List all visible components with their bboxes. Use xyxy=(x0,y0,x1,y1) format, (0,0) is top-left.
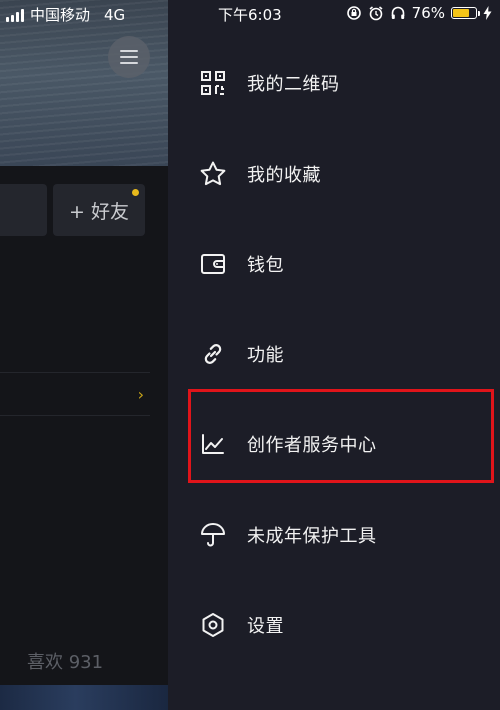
add-friend-label: + 好友 xyxy=(69,200,129,223)
settings-icon xyxy=(198,610,228,640)
qr-code-icon xyxy=(198,68,228,98)
menu-item-minor-protection[interactable]: 未成年保护工具 xyxy=(168,505,500,565)
menu-item-label: 设置 xyxy=(247,616,284,637)
menu-item-label: 创作者服务中心 xyxy=(247,435,377,456)
menu-item-features[interactable]: 功能 xyxy=(168,324,500,384)
chart-icon xyxy=(198,429,228,459)
status-time: 下午6:03 xyxy=(218,6,282,24)
wallet-icon xyxy=(198,249,228,279)
umbrella-icon xyxy=(198,520,228,550)
status-bar: 中国移动 4G 下午6:03 76% xyxy=(0,0,500,28)
carrier-name: 中国移动 xyxy=(30,6,91,24)
profile-info-row[interactable]: › xyxy=(0,372,150,416)
headphones-icon xyxy=(391,6,404,19)
menu-item-label: 功能 xyxy=(247,345,284,366)
menu-item-qr-code[interactable]: 我的二维码 xyxy=(168,53,500,113)
menu-item-label: 我的二维码 xyxy=(247,74,340,95)
video-thumbnail[interactable] xyxy=(0,685,168,710)
alarm-icon xyxy=(369,6,383,21)
signal-strength-icon xyxy=(6,8,24,22)
menu-item-creator-center[interactable]: 创作者服务中心 xyxy=(168,414,500,474)
link-icon xyxy=(198,339,228,369)
screen-lock-icon xyxy=(346,6,361,20)
battery-percent: 76% xyxy=(411,4,445,22)
add-friend-button[interactable]: + 好友 xyxy=(53,184,145,236)
menu-item-favorites[interactable]: 我的收藏 xyxy=(168,144,500,204)
charging-icon xyxy=(483,6,492,20)
notification-dot xyxy=(132,189,139,196)
likes-count: 喜欢 931 xyxy=(27,652,104,673)
battery-level-fill xyxy=(453,9,470,17)
star-icon xyxy=(198,159,228,189)
menu-button[interactable] xyxy=(108,36,150,78)
hamburger-icon xyxy=(120,50,138,64)
side-drawer-menu: 我的二维码 我的收藏 钱包 功能 创作者服务中心 未成年保护工具 设置 xyxy=(168,0,500,710)
profile-action-card[interactable] xyxy=(0,184,47,236)
profile-background-panel: + 好友 › 喜欢 931 xyxy=(0,0,168,710)
chevron-right-icon: › xyxy=(137,385,144,404)
menu-item-label: 钱包 xyxy=(247,255,284,276)
network-type: 4G xyxy=(104,5,126,24)
menu-item-label: 未成年保护工具 xyxy=(247,526,377,547)
menu-item-wallet[interactable]: 钱包 xyxy=(168,234,500,294)
battery-icon xyxy=(451,7,480,19)
menu-item-label: 我的收藏 xyxy=(247,165,321,186)
menu-item-settings[interactable]: 设置 xyxy=(168,595,500,655)
